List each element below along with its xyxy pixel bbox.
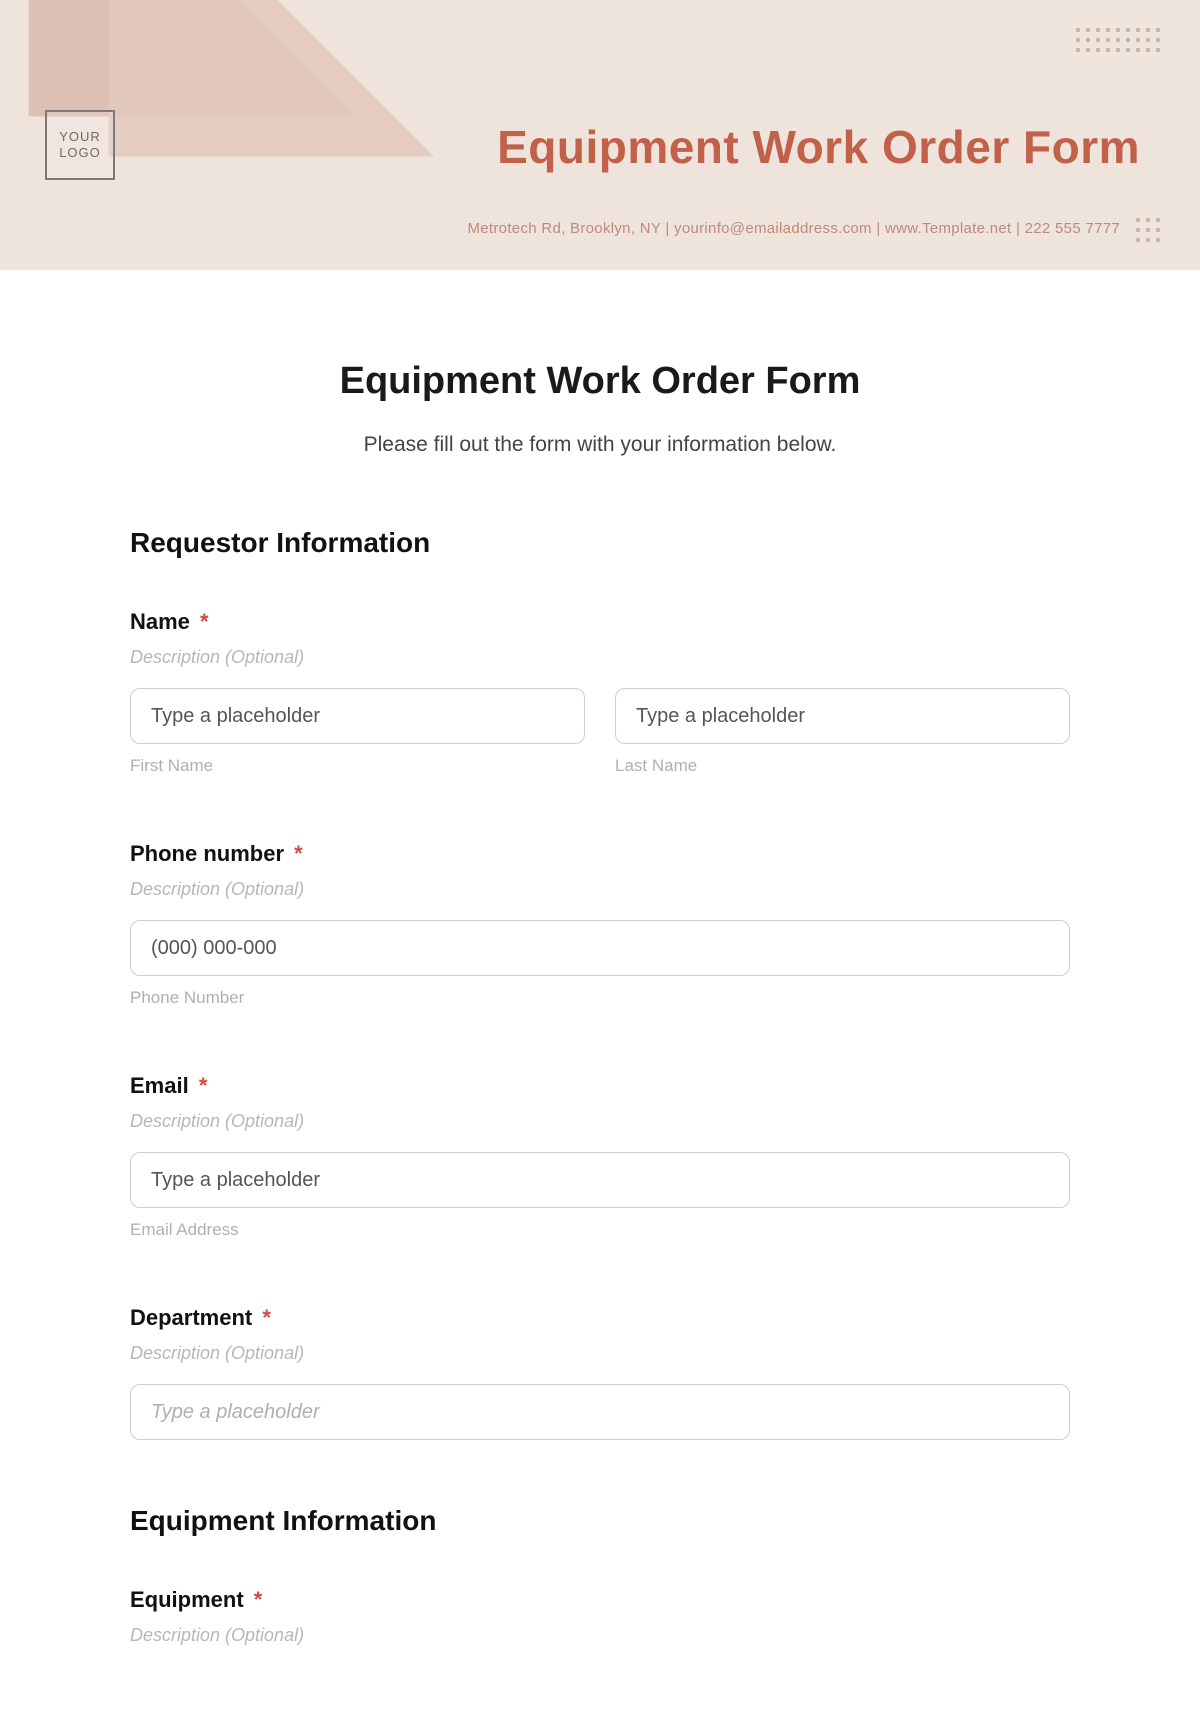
field-name: Name * Description (Optional) First Name… — [130, 609, 1070, 776]
banner-title: Equipment Work Order Form — [497, 120, 1140, 174]
sublabel-email: Email Address — [130, 1220, 1070, 1240]
label-text: Email — [130, 1073, 189, 1098]
logo-placeholder: YOUR LOGO — [45, 110, 115, 180]
required-mark: * — [294, 841, 303, 866]
form-body: Equipment Work Order Form Please fill ou… — [0, 270, 1200, 1726]
field-email: Email * Description (Optional) Email Add… — [130, 1073, 1070, 1240]
section-heading-equipment: Equipment Information — [130, 1505, 1070, 1537]
sublabel-last-name: Last Name — [615, 756, 1070, 776]
field-description: Description (Optional) — [130, 879, 1070, 900]
sublabel-phone: Phone Number — [130, 988, 1070, 1008]
phone-input[interactable] — [130, 920, 1070, 976]
required-mark: * — [200, 609, 209, 634]
required-mark: * — [254, 1587, 263, 1612]
field-description: Description (Optional) — [130, 647, 1070, 668]
decorative-dots-icon — [1136, 218, 1160, 242]
field-phone: Phone number * Description (Optional) Ph… — [130, 841, 1070, 1008]
page-title: Equipment Work Order Form — [130, 360, 1070, 403]
banner-contact-line: Metrotech Rd, Brooklyn, NY | yourinfo@em… — [467, 220, 1120, 237]
page-subtitle: Please fill out the form with your infor… — [130, 433, 1070, 457]
field-label-name: Name * — [130, 609, 1070, 635]
department-input[interactable] — [130, 1384, 1070, 1440]
field-label-department: Department * — [130, 1305, 1070, 1331]
header-banner: YOUR LOGO Equipment Work Order Form Metr… — [0, 0, 1200, 270]
sublabel-first-name: First Name — [130, 756, 585, 776]
decorative-dots-icon — [1076, 28, 1160, 52]
field-description: Description (Optional) — [130, 1625, 1070, 1646]
first-name-input[interactable] — [130, 688, 585, 744]
logo-text: YOUR LOGO — [47, 129, 113, 160]
label-text: Name — [130, 609, 190, 634]
field-description: Description (Optional) — [130, 1343, 1070, 1364]
required-mark: * — [262, 1305, 271, 1330]
label-text: Equipment — [130, 1587, 244, 1612]
label-text: Phone number — [130, 841, 284, 866]
last-name-input[interactable] — [615, 688, 1070, 744]
field-description: Description (Optional) — [130, 1111, 1070, 1132]
required-mark: * — [199, 1073, 208, 1098]
label-text: Department — [130, 1305, 252, 1330]
field-label-phone: Phone number * — [130, 841, 1070, 867]
field-label-equipment: Equipment * — [130, 1587, 1070, 1613]
section-heading-requestor: Requestor Information — [130, 527, 1070, 559]
field-equipment: Equipment * Description (Optional) — [130, 1587, 1070, 1646]
email-input[interactable] — [130, 1152, 1070, 1208]
field-label-email: Email * — [130, 1073, 1070, 1099]
field-department: Department * Description (Optional) — [130, 1305, 1070, 1440]
